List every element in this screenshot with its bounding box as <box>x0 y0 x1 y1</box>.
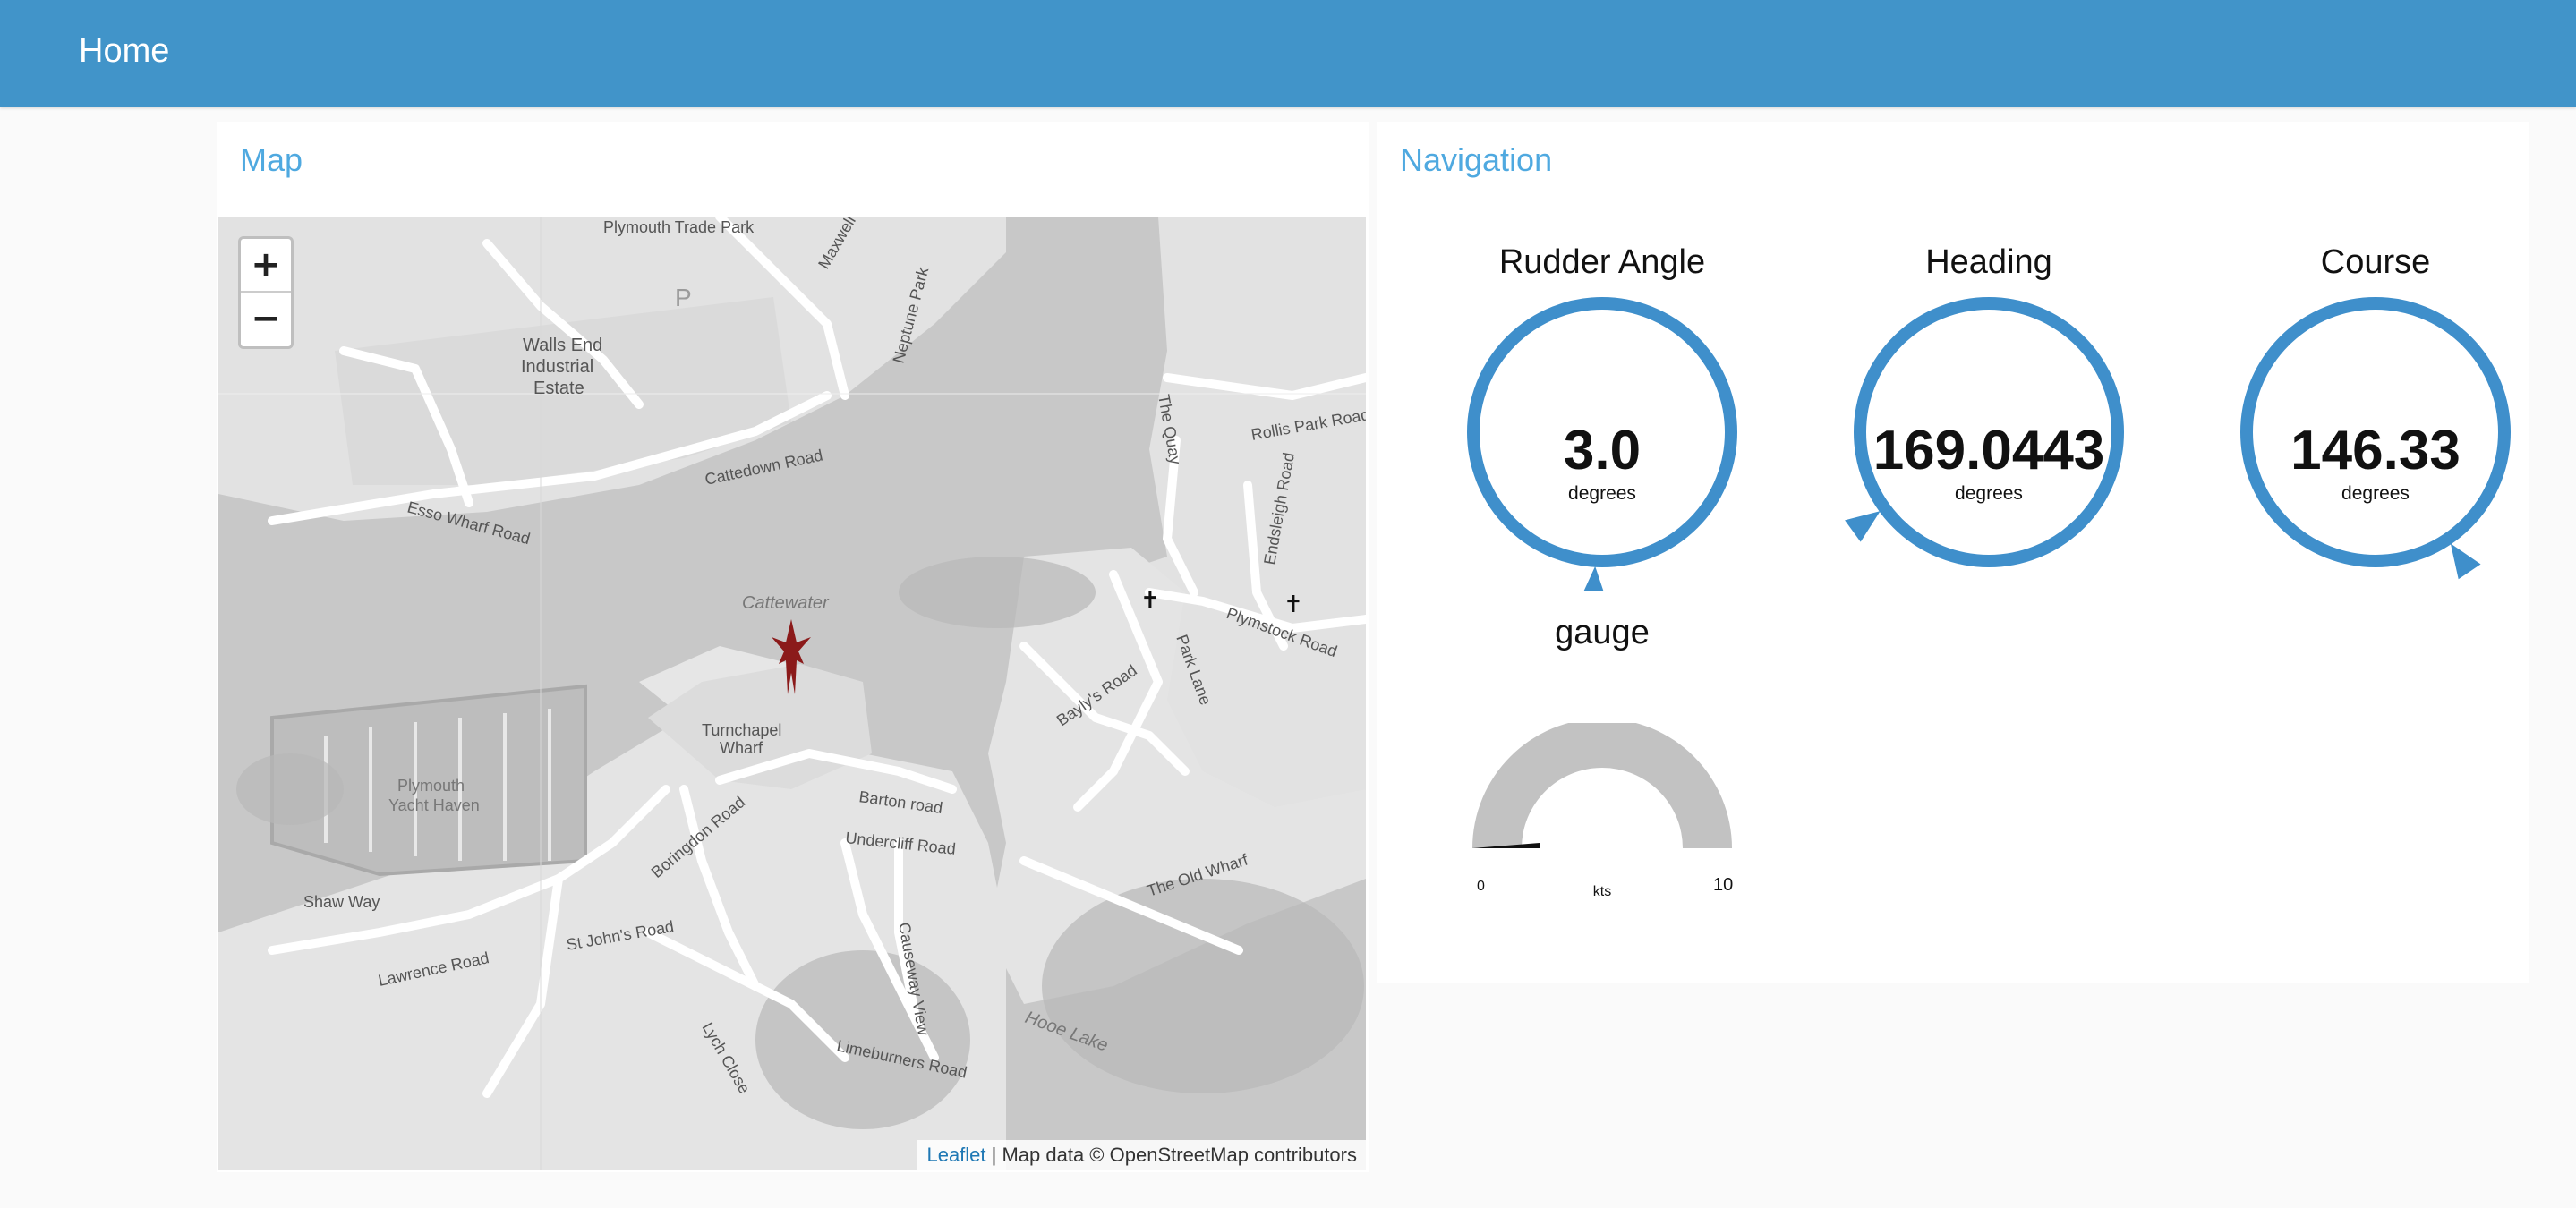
map-attribution: Leaflet | Map data © OpenStreetMap contr… <box>917 1140 1366 1170</box>
course-title: Course <box>2320 243 2431 281</box>
navigation-card-title: Navigation <box>1400 141 1553 178</box>
course-dial: Course 146.33 degrees <box>2188 243 2563 709</box>
heading-unit: degrees <box>1955 483 2023 504</box>
map-label-industrial: Industrial <box>521 357 593 377</box>
attribution-text: | Map data © OpenStreetMap contributors <box>985 1144 1357 1166</box>
map-label-walls-end: Walls End <box>523 336 602 355</box>
heading-title: Heading <box>1925 243 2052 281</box>
map-label-yacht-haven-2: Yacht Haven <box>388 796 480 814</box>
zoom-out-button[interactable]: − <box>241 293 291 346</box>
speed-gauge-max: 10 <box>1713 875 1734 895</box>
church-icon: ✝ <box>1140 587 1160 614</box>
speed-gauge-title: gauge <box>1555 614 1650 651</box>
map-label-trade-park: Plymouth Trade Park <box>603 218 755 236</box>
zoom-in-button[interactable]: + <box>241 239 291 293</box>
map-card: Map Plymouth Trade Park Walls End Indust… <box>217 122 1369 1172</box>
rudder-angle-title: Rudder Angle <box>1498 243 1706 281</box>
rudder-pointer-icon <box>1580 566 1608 591</box>
map-tiles[interactable]: Plymouth Trade Park Walls End Industrial… <box>218 217 1366 1170</box>
zoom-control: + − <box>238 236 294 349</box>
map-label-turnchapel: Turnchapel <box>702 721 781 739</box>
course-value: 146.33 <box>2290 420 2461 481</box>
rudder-angle-unit: degrees <box>1568 483 1636 504</box>
speed-gauge-unit: kts <box>1592 884 1612 899</box>
map-label-wharf: Wharf <box>720 739 763 757</box>
church-icon: ✝ <box>1284 591 1303 617</box>
course-unit: degrees <box>2341 483 2410 504</box>
heading-value: 169.0443 <box>1872 420 2105 481</box>
map-label-estate: Estate <box>533 379 584 398</box>
map-label-cattewater: Cattewater <box>742 593 830 613</box>
navigation-card: Navigation Rudder Angle 3.0 degrees Head… <box>1377 122 2529 983</box>
top-app-bar: Home <box>0 0 2576 107</box>
leaflet-link[interactable]: Leaflet <box>926 1144 985 1166</box>
map-label-shaw-way: Shaw Way <box>303 893 380 911</box>
parking-icon: P <box>675 284 692 311</box>
page-title[interactable]: Home <box>79 32 169 71</box>
map-card-title: Map <box>240 141 303 178</box>
rudder-angle-value: 3.0 <box>1563 420 1642 481</box>
heading-dial: Heading 169.0443 degrees <box>1801 243 2177 709</box>
map-view[interactable]: Plymouth Trade Park Walls End Industrial… <box>218 217 1366 1170</box>
speed-gauge: gauge 0 kts 10 <box>1414 614 1790 900</box>
speed-gauge-arc <box>1472 723 1732 848</box>
map-label-yacht-haven-1: Plymouth <box>397 777 465 795</box>
